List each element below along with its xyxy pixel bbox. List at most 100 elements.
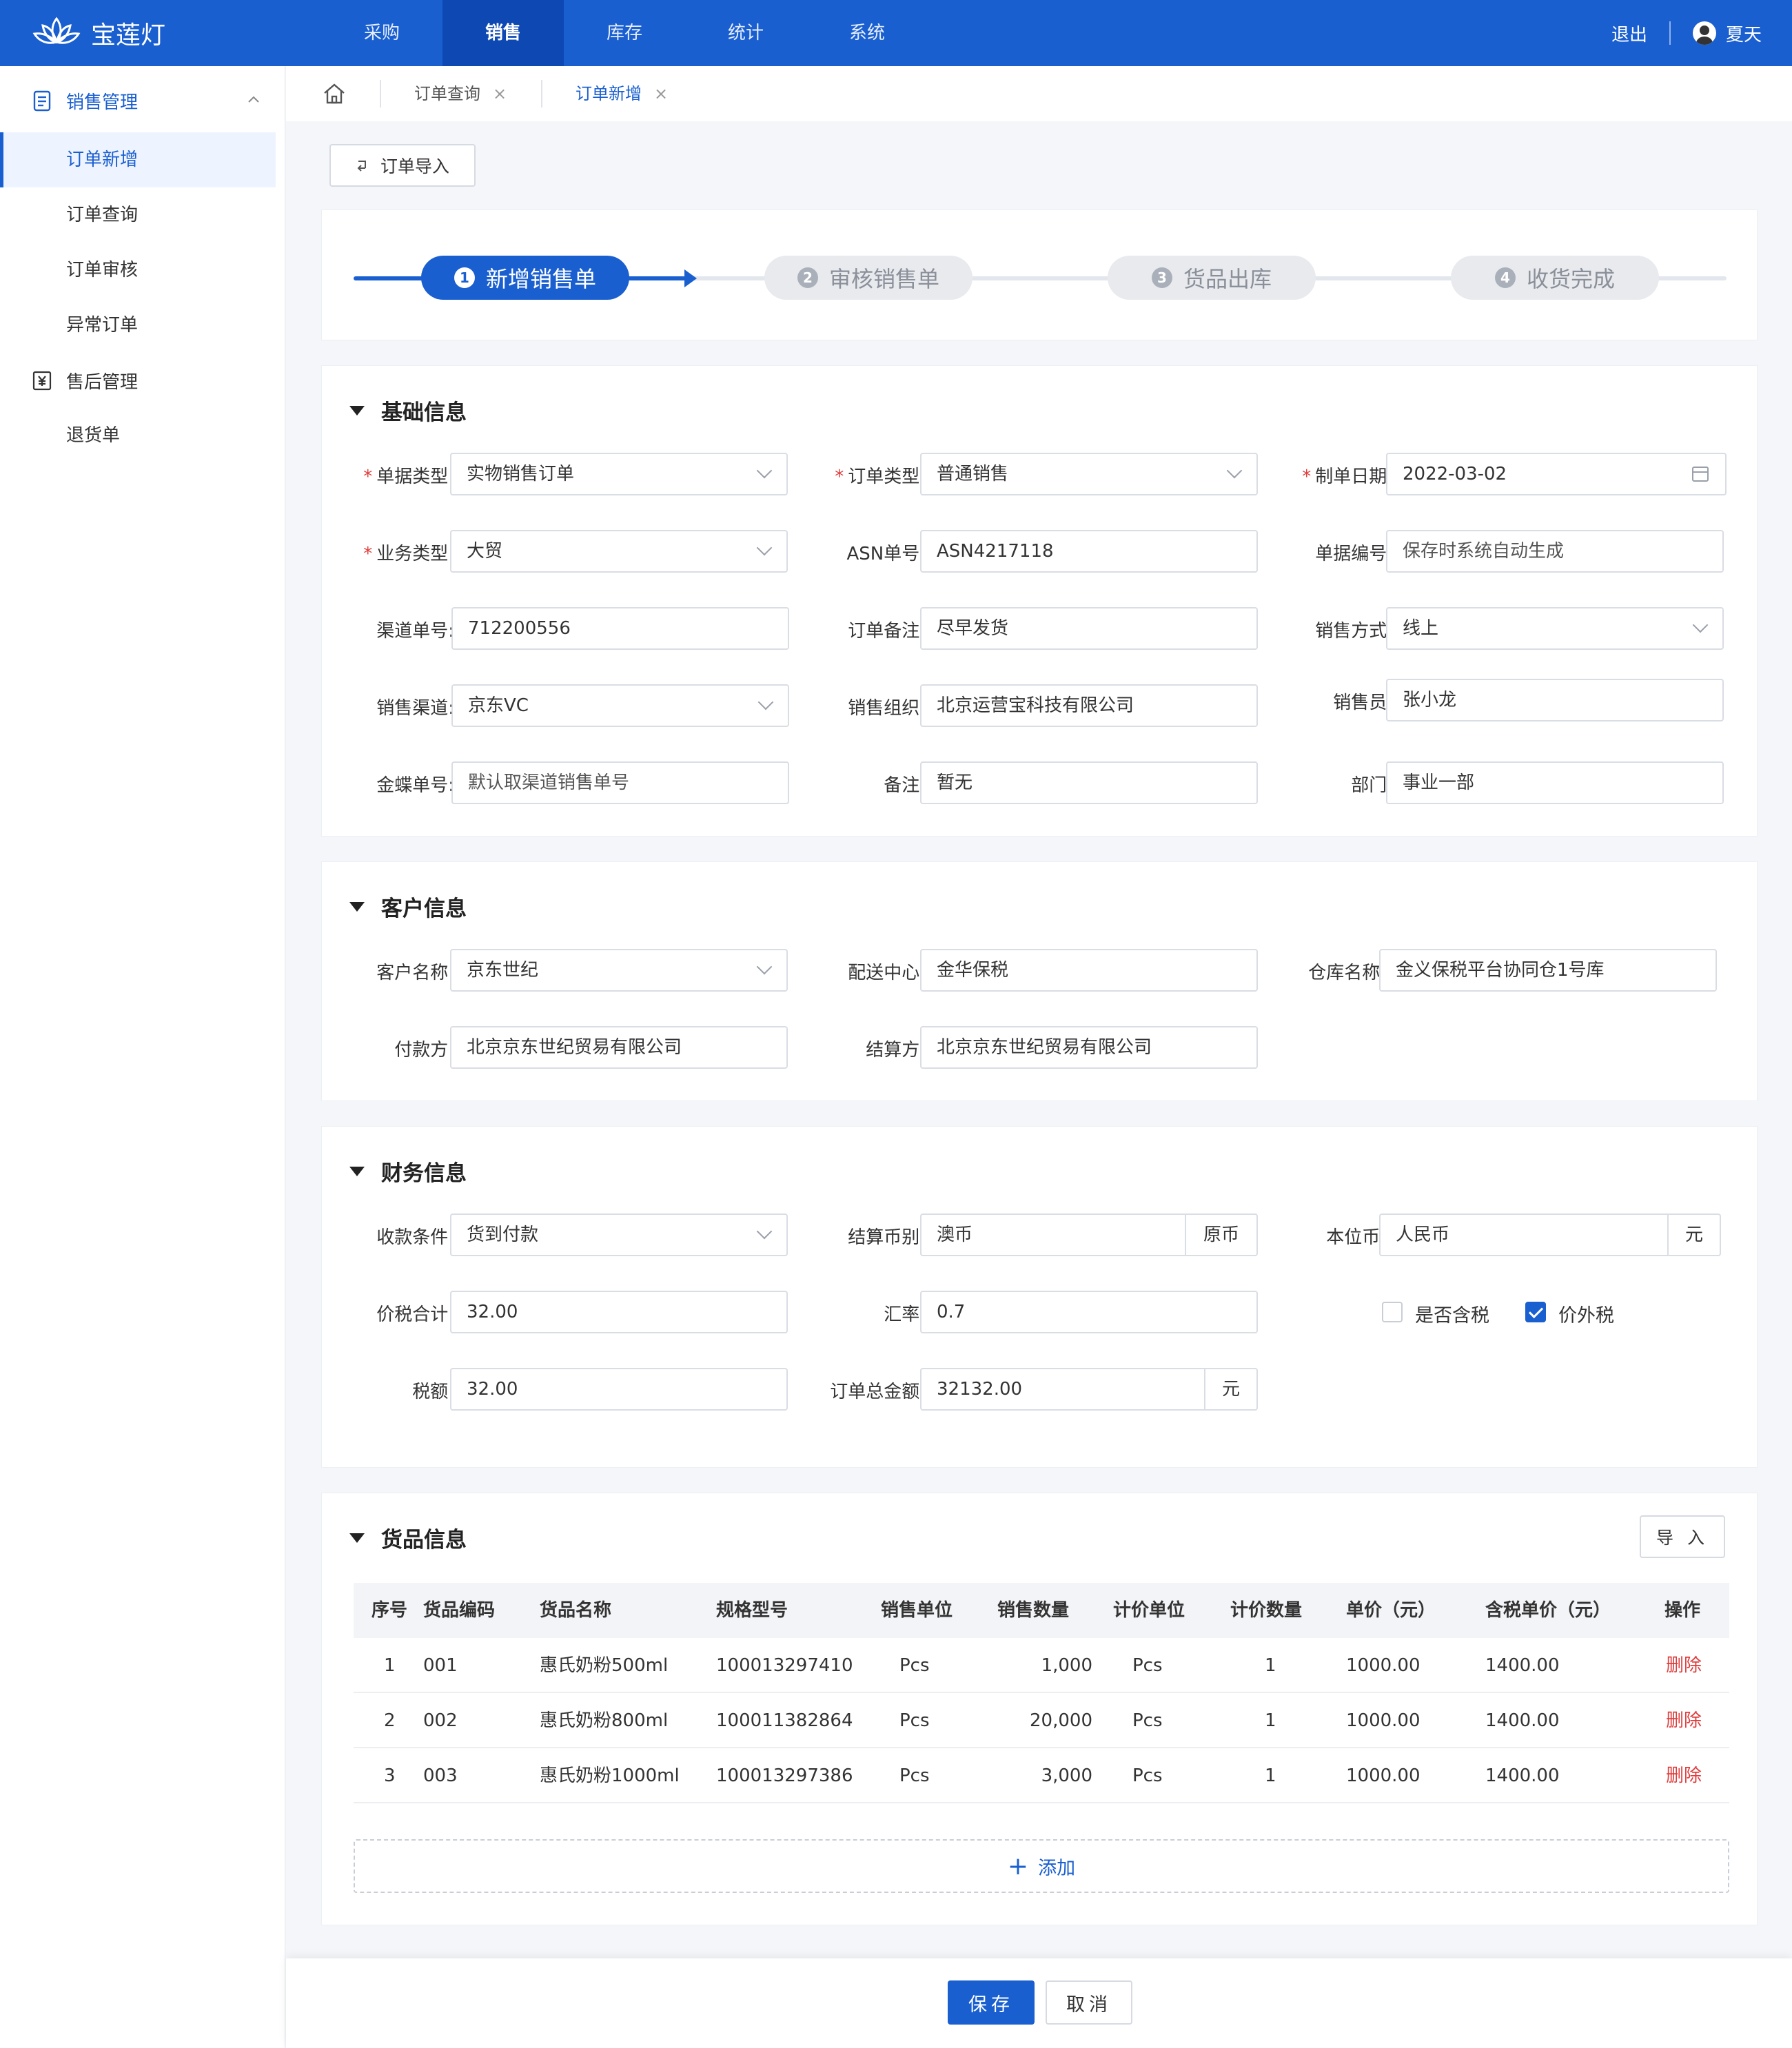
tab-label: 订单新增 — [576, 84, 642, 103]
customer-name-select[interactable]: 京东世纪 — [450, 949, 788, 992]
cell-price-unit: Pcs — [1132, 1710, 1163, 1731]
nav-inventory[interactable]: 库存 — [564, 0, 685, 66]
collapse-triangle-icon — [349, 405, 365, 416]
chevron-down-icon — [756, 462, 773, 479]
biz-type-select[interactable]: 大贸 — [450, 530, 788, 573]
customer-info-title[interactable]: 客户信息 — [349, 891, 467, 922]
channel-no-input[interactable]: 712200556 — [451, 607, 789, 650]
doc-no-label: 单据编号: — [1315, 544, 1393, 564]
cancel-button[interactable]: 取消 — [1046, 1980, 1132, 2025]
table-row: 3 003 惠氏奶粉1000ml 100013297386 Pcs 3,000 … — [354, 1748, 1729, 1803]
dc-input[interactable]: 金华保税 — [920, 949, 1258, 992]
sidebar-item-order-query[interactable]: 订单查询 — [0, 187, 276, 243]
nav-system[interactable]: 系统 — [806, 0, 928, 66]
sidebar-group-aftersale[interactable]: 售后管理 — [0, 353, 285, 408]
dept-input[interactable]: 事业一部 — [1386, 761, 1724, 804]
create-date-label: * 制单日期: — [1302, 467, 1393, 487]
goods-info-title[interactable]: 货品信息 — [349, 1522, 467, 1553]
close-icon[interactable]: × — [654, 84, 668, 103]
step-number: 3 — [1151, 267, 1172, 288]
sidebar-item-abnormal-order[interactable]: 异常订单 — [0, 298, 276, 353]
col-header: 计价单位 — [1113, 1600, 1185, 1621]
channel-select[interactable]: 京东VC — [451, 684, 789, 727]
finance-info-card: 财务信息 收款条件: 货到付款 结算币别: 澳币 原币 本位币: 人民币 元 价… — [321, 1126, 1758, 1468]
cell-spec: 100011382864 — [716, 1710, 853, 1731]
col-header: 计价数量 — [1230, 1600, 1303, 1621]
step-1: 1 新增销售单 — [421, 256, 629, 300]
add-goods-button[interactable]: + 添加 — [354, 1839, 1729, 1893]
kingdee-no-input[interactable]: 默认取渠道销售单号 — [451, 761, 789, 804]
nav-purchase[interactable]: 采购 — [321, 0, 442, 66]
nav-statistics[interactable]: 统计 — [685, 0, 806, 66]
goods-import-button[interactable]: 导 入 — [1640, 1515, 1725, 1558]
biz-type-label: * 业务类型: — [363, 544, 454, 564]
sidebar-item-order-audit[interactable]: 订单审核 — [0, 243, 276, 298]
delete-link[interactable]: 删除 — [1666, 1638, 1702, 1693]
goods-table-header: 序号 货品编码 货品名称 规格型号 销售单位 销售数量 计价单位 计价数量 单价… — [354, 1583, 1729, 1638]
tab-divider — [380, 80, 381, 107]
create-date-picker[interactable]: 2022-03-02 — [1386, 453, 1727, 495]
remark-input[interactable]: 暂无 — [920, 761, 1258, 804]
org-input[interactable]: 北京运营宝科技有限公司 — [920, 684, 1258, 727]
nav-sales[interactable]: 销售 — [442, 0, 564, 66]
settler-input[interactable]: 北京京东世纪贸易有限公司 — [920, 1026, 1258, 1069]
basic-info-title[interactable]: 基础信息 — [349, 395, 467, 426]
finance-info-title[interactable]: 财务信息 — [349, 1156, 467, 1187]
col-header: 含税单价（元） — [1485, 1600, 1611, 1621]
chevron-up-icon[interactable] — [247, 92, 261, 106]
salesman-input[interactable]: 张小龙 — [1386, 679, 1724, 721]
cell-spec: 100013297410 — [716, 1655, 853, 1676]
col-header: 操作 — [1664, 1600, 1701, 1621]
delete-link[interactable]: 删除 — [1666, 1748, 1702, 1803]
chevron-down-icon — [756, 540, 773, 556]
sidebar-group-sales[interactable]: 销售管理 — [0, 73, 285, 128]
terms-select[interactable]: 货到付款 — [450, 1214, 788, 1256]
brand-name: 宝莲灯 — [91, 21, 166, 50]
sidebar-item-return[interactable]: 退货单 — [0, 408, 276, 463]
logout-link[interactable]: 退出 — [1611, 21, 1647, 46]
tab-order-add[interactable]: 订单新增 × — [576, 66, 668, 121]
cell-sale-qty: 20,000 — [1030, 1710, 1092, 1731]
asn-input[interactable]: ASN4217118 — [920, 530, 1258, 573]
brand[interactable]: 宝莲灯 — [32, 12, 165, 54]
table-row: 1 001 惠氏奶粉500ml 100013297410 Pcs 1,000 P… — [354, 1638, 1729, 1693]
sale-mode-select[interactable]: 线上 — [1386, 607, 1724, 650]
sidebar-item-order-add[interactable]: 订单新增 — [0, 132, 276, 187]
currency-input[interactable]: 澳币 — [920, 1214, 1186, 1256]
base-currency-input[interactable]: 人民币 — [1379, 1214, 1669, 1256]
delete-link[interactable]: 删除 — [1666, 1693, 1702, 1748]
tax-included-label[interactable]: 是否含税 — [1415, 1300, 1489, 1327]
cell-sale-qty: 3,000 — [1041, 1765, 1092, 1786]
close-icon[interactable]: × — [493, 84, 507, 103]
extra-tax-checkbox[interactable] — [1525, 1302, 1546, 1322]
order-total-input[interactable]: 32132.00 — [920, 1368, 1205, 1411]
doc-no-input[interactable]: 保存时系统自动生成 — [1386, 530, 1724, 573]
chevron-down-icon — [1692, 617, 1709, 633]
payer-input[interactable]: 北京京东世纪贸易有限公司 — [450, 1026, 788, 1069]
home-icon[interactable] — [320, 80, 348, 107]
order-note-label: 订单备注: — [848, 621, 926, 642]
total-tax-input[interactable]: 32.00 — [450, 1291, 788, 1333]
cell-sale-qty: 1,000 — [1041, 1655, 1092, 1676]
order-type-select[interactable]: 普通销售 — [920, 453, 1258, 495]
order-note-input[interactable]: 尽早发货 — [920, 607, 1258, 650]
main-nav: 采购 销售 库存 统计 系统 — [321, 0, 928, 66]
order-total-label: 订单总金额: — [830, 1382, 926, 1402]
rate-input[interactable]: 0.7 — [920, 1291, 1258, 1333]
warehouse-input[interactable]: 金义保税平台协同仓1号库 — [1379, 949, 1717, 992]
user-avatar-icon[interactable] — [1692, 21, 1716, 45]
doc-type-select[interactable]: 实物销售订单 — [450, 453, 788, 495]
order-type-label: * 订单类型: — [835, 467, 926, 487]
currency-addon: 原币 — [1186, 1214, 1258, 1256]
step-label: 审核销售单 — [828, 266, 939, 292]
user-name[interactable]: 夏天 — [1726, 21, 1762, 46]
tax-amount-input[interactable]: 32.00 — [450, 1368, 788, 1411]
cell-price-qty: 1 — [1265, 1765, 1276, 1786]
order-import-button[interactable]: 订单导入 — [329, 144, 476, 187]
tab-order-query[interactable]: 订单查询 × — [414, 66, 507, 121]
tax-included-checkbox[interactable] — [1382, 1302, 1403, 1322]
section-title-text: 货品信息 — [381, 1528, 467, 1553]
extra-tax-label[interactable]: 价外税 — [1558, 1300, 1614, 1327]
save-button[interactable]: 保存 — [948, 1980, 1035, 2025]
dc-label: 配送中心: — [848, 963, 926, 983]
